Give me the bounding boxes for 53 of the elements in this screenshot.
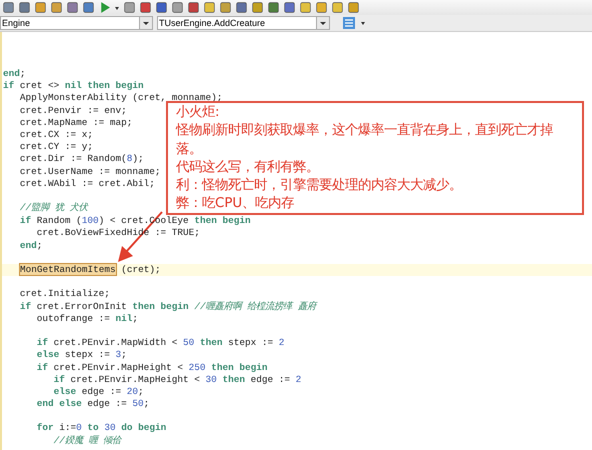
code-line: else stepx := 3; (36, 349, 127, 360)
code-line: if cret.PEnvir.MapWidth < 50 then stepx := 2 (36, 337, 284, 348)
code-line: //盬脚 犹 犬伏 (18, 202, 88, 214)
code-line: if cret.ErrorOnInit then begin //喱矗府啊 给楻流捞缂 矗府 (18, 300, 316, 312)
code-line: cret.CY := y; (18, 141, 94, 152)
code-line: if cret.PEnvir.MapHeight < 250 then begin (36, 362, 268, 372)
toolbar-icon[interactable] (315, 1, 328, 14)
code-line: end; (18, 240, 42, 251)
toolbar-icon[interactable] (187, 1, 200, 14)
toolbar-icon[interactable] (203, 1, 216, 14)
code-line: for i:=0 to 30 do begin (36, 422, 166, 434)
toolbar-icon[interactable] (331, 1, 344, 14)
code-line: cret.Initialize; (18, 288, 110, 300)
code-editor[interactable] (0, 32, 592, 450)
code-line: ApplyMonsterAbility (cret, monname); (18, 92, 222, 104)
code-line: outofrange := nil; (36, 312, 138, 324)
code-line: //鍨魔 喱 倾佮 (52, 434, 122, 446)
toolbar-icon[interactable] (299, 1, 312, 14)
toolbar-icon[interactable] (171, 1, 184, 14)
callout-text: 弊：吃CPU、吃内存 (176, 195, 296, 214)
code-line: cret.MapName := map; (18, 116, 132, 128)
toolbar-icon[interactable] (219, 1, 232, 14)
method-dropdown[interactable]: TUserEngine.AddCreature (157, 16, 330, 30)
toolbar-icon[interactable] (34, 1, 47, 14)
toolbar-icon[interactable] (66, 1, 79, 14)
unit-dropdown[interactable]: Engine (0, 16, 153, 30)
toolbar-icon[interactable] (18, 1, 31, 14)
code-line: cret.WAbil := cret.Abil; (18, 178, 155, 189)
code-line: if cret <> nil then begin (3, 80, 144, 92)
toolbar-icon[interactable] (2, 1, 15, 14)
toolbar-icon[interactable] (251, 1, 264, 14)
code-line: cret.Penvir := env; (18, 104, 127, 116)
toolbar-icon[interactable] (347, 1, 360, 14)
toolbar-icon[interactable] (123, 1, 136, 14)
code-line: MonGetRandomItems (cret); (19, 264, 161, 275)
toolbar-icon[interactable] (235, 1, 248, 14)
callout-text: 代码这么写，有利有弊。 (176, 158, 320, 177)
toolbar-icon[interactable] (155, 1, 168, 14)
code-line: end; (3, 68, 26, 79)
code-line: if cret.PEnvir.MapHeight < 30 then edge := 2 (52, 374, 302, 385)
code-line: else edge := 20; (52, 386, 144, 397)
toolbar-icon[interactable] (283, 1, 296, 14)
code-line: end else edge := 50; (36, 398, 150, 410)
code-line: cret.Dir := Random(8); (18, 153, 144, 164)
code-line: cret.UserName := monname; (18, 166, 161, 176)
toolbar-icon[interactable] (267, 1, 280, 14)
toolbar-icon[interactable] (82, 1, 95, 14)
callout-text: 怪物刷新时即刻获取爆率，这个爆率一直背在身上，直到死亡才掉落。 (176, 122, 554, 159)
toolbar-icon[interactable] (50, 1, 63, 14)
callout-title: 小火炬: (176, 104, 221, 122)
code-line: cret.CX := x; (18, 128, 94, 140)
toolbar-icon[interactable] (139, 1, 152, 14)
callout-text: 利：怪物死亡时，引擎需要处理的内容大大减少。 (176, 177, 463, 196)
